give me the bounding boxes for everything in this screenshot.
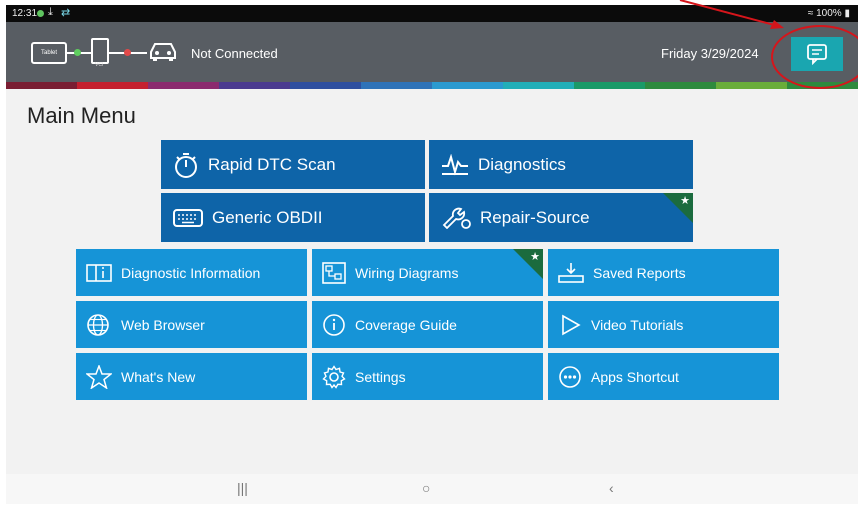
star-icon (86, 364, 112, 389)
globe-icon (87, 313, 109, 336)
diagnostics-button[interactable]: Diagnostics (429, 140, 693, 189)
apps-dots-icon (559, 365, 581, 388)
system-navigation-bar: ||| ○ ‹ (6, 474, 858, 504)
apps-shortcut-label: Apps Shortcut (591, 368, 679, 385)
generic-obdii-button[interactable]: Generic OBDII (161, 193, 425, 242)
status-bar: 12:31 ⤓ ⇄ ≈ 100% ▮ (6, 5, 858, 22)
vci-icon (91, 38, 109, 64)
connection-status: Not Connected (191, 46, 278, 61)
tablet-screen: 12:31 ⤓ ⇄ ≈ 100% ▮ Tablet VCI Not Connec… (6, 5, 858, 504)
notification-dot-icon (37, 10, 44, 17)
generic-obdii-label: Generic OBDII (212, 207, 323, 227)
settings-button[interactable]: Settings (312, 353, 543, 400)
battery-icon: ▮ (844, 8, 850, 19)
saved-reports-button[interactable]: Saved Reports (548, 249, 779, 296)
keyboard-icon (173, 208, 203, 227)
download-icon: ⤓ (48, 6, 53, 18)
recent-apps-icon[interactable]: ||| (237, 480, 248, 496)
feedback-icon (807, 44, 827, 65)
saved-reports-label: Saved Reports (593, 264, 686, 281)
stopwatch-icon (175, 152, 197, 178)
tablet-label: Tablet (40, 50, 57, 56)
current-date: Friday 3/29/2024 (661, 46, 759, 61)
waveform-icon (442, 153, 468, 176)
feedback-button[interactable] (791, 37, 843, 71)
diagnostic-information-label: Diagnostic Information (121, 264, 261, 281)
disconnected-dot-icon (124, 49, 131, 56)
app-header: Tablet VCI Not Connected Friday 3/29/202… (6, 22, 858, 82)
vci-label: VCI (95, 62, 104, 68)
wiring-diagrams-button[interactable]: Wiring Diagrams ★ (312, 249, 543, 296)
status-time: 12:31 (12, 8, 38, 19)
whats-new-button[interactable]: What's New (76, 353, 307, 400)
battery-level: 100% (816, 8, 842, 19)
settings-label: Settings (355, 368, 406, 385)
car-icon (150, 43, 176, 61)
web-browser-label: Web Browser (121, 316, 205, 333)
diagnostics-label: Diagnostics (478, 154, 566, 174)
page-title: Main Menu (27, 103, 136, 128)
download-tray-icon (558, 262, 584, 283)
diagnostic-information-button[interactable]: Diagnostic Information (76, 249, 307, 296)
back-icon[interactable]: ‹ (609, 480, 614, 496)
favorite-star-icon: ★ (530, 251, 540, 263)
wiring-diagram-icon (322, 261, 346, 284)
coverage-guide-label: Coverage Guide (355, 316, 457, 333)
usb-icon: ⇄ (61, 7, 71, 19)
video-tutorials-button[interactable]: Video Tutorials (548, 301, 779, 348)
apps-shortcut-button[interactable]: Apps Shortcut (548, 353, 779, 400)
connected-dot-icon (74, 49, 81, 56)
tablet-icon: Tablet (31, 42, 67, 64)
book-info-icon (86, 263, 112, 282)
rapid-dtc-scan-label: Rapid DTC Scan (208, 154, 336, 174)
favorite-star-icon: ★ (680, 195, 690, 207)
wiring-diagrams-label: Wiring Diagrams (355, 264, 459, 281)
repair-source-label: Repair-Source (480, 207, 590, 227)
info-circle-icon (323, 313, 345, 336)
rapid-dtc-scan-button[interactable]: Rapid DTC Scan (161, 140, 425, 189)
wifi-icon: ≈ (807, 8, 814, 19)
home-icon[interactable]: ○ (422, 480, 430, 496)
main-content: Main Menu Rapid DTC Scan Diagnostics Gen… (6, 89, 858, 474)
gear-icon (322, 364, 346, 389)
battery-indicator: ≈ 100% ▮ (808, 8, 850, 19)
play-icon (562, 314, 581, 335)
brand-color-band (6, 82, 858, 89)
video-tutorials-label: Video Tutorials (591, 316, 684, 333)
wrench-icon (442, 207, 471, 229)
coverage-guide-button[interactable]: Coverage Guide (312, 301, 543, 348)
web-browser-button[interactable]: Web Browser (76, 301, 307, 348)
whats-new-label: What's New (121, 368, 196, 385)
repair-source-button[interactable]: Repair-Source ★ (429, 193, 693, 242)
